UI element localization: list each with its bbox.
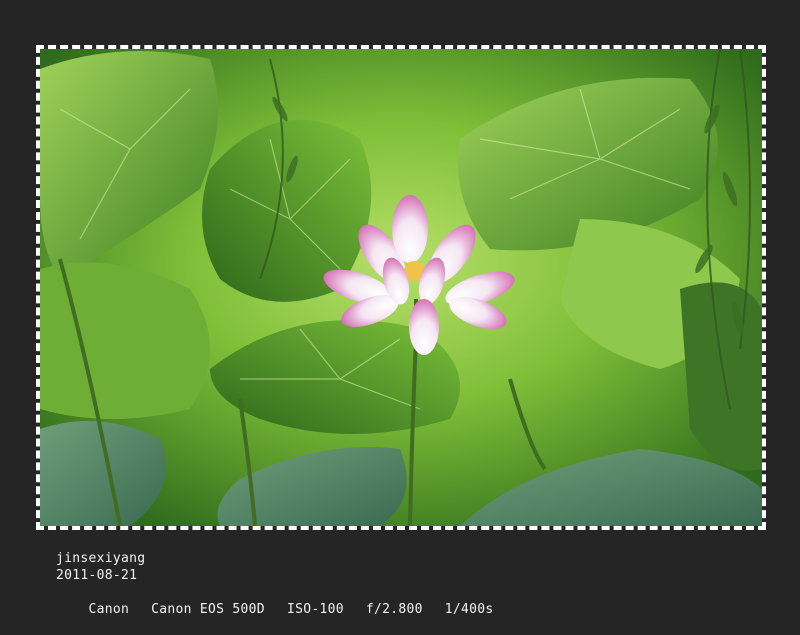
iso-value: ISO-100 xyxy=(286,602,344,617)
camera-make: Canon xyxy=(88,602,130,617)
photo-metadata: jinsexiyang 2011-08-21 Canon Canon EOS 50… xyxy=(56,550,493,635)
camera-model: Canon EOS 500D xyxy=(151,602,265,617)
capture-date: 2011-08-21 xyxy=(56,568,138,583)
author-name: jinsexiyang xyxy=(56,551,146,566)
shutter-speed: 1/400s xyxy=(444,602,494,617)
camera-settings: Canon Canon EOS 500D ISO-100 f/2.800 1/400s xyxy=(56,584,494,635)
aperture-value: f/2.800 xyxy=(365,602,423,617)
lotus-photo xyxy=(40,49,762,526)
photo-frame xyxy=(36,45,766,530)
